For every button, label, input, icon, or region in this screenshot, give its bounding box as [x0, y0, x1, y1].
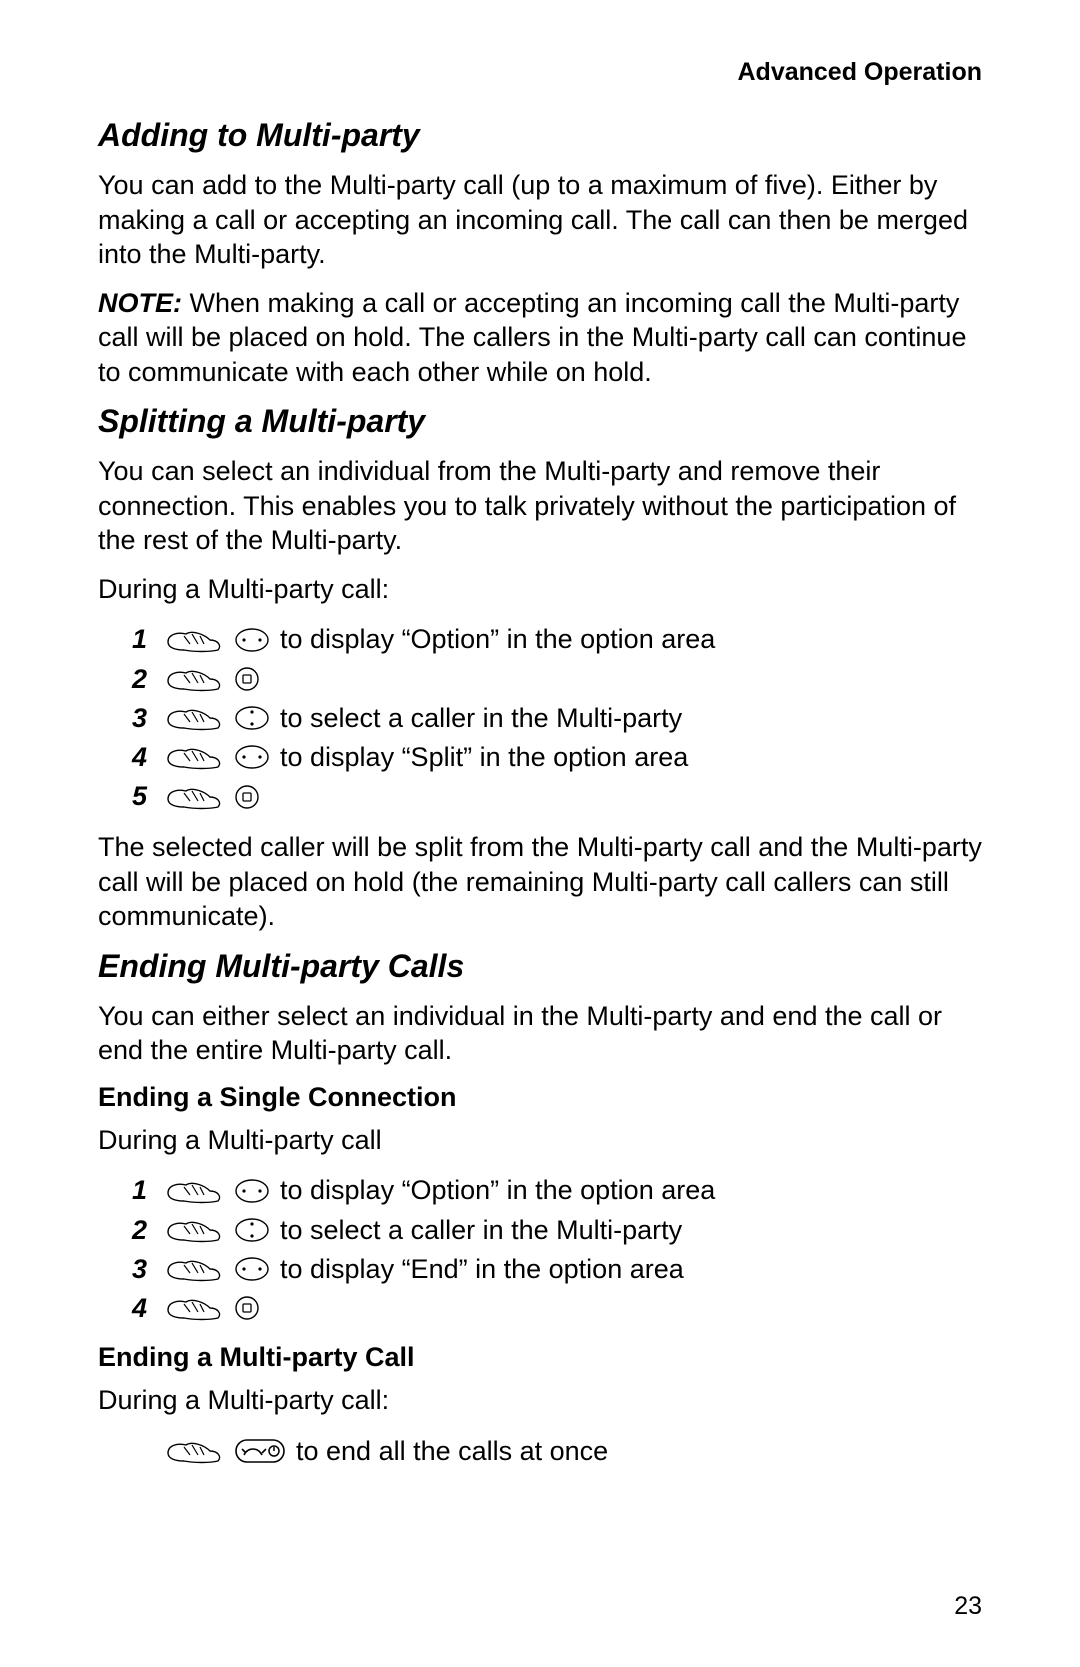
splitting-lead: During a Multi-party call:	[98, 572, 982, 607]
hand-icon	[164, 743, 224, 771]
step-text: to display “End” in the option area	[280, 1250, 982, 1289]
heading-adding: Adding to Multi-party	[98, 117, 982, 154]
step-text: to display “Option” in the option area	[280, 620, 982, 659]
splitting-steps: 1 to display “Option” in the option area…	[98, 620, 982, 816]
step-number: 5	[132, 777, 154, 816]
step-item: 2 to select a caller in the Multi-party	[132, 1211, 982, 1250]
select-icon	[234, 784, 260, 810]
nav-vertical-icon	[234, 1216, 270, 1244]
subheading-ending-single: Ending a Single Connection	[98, 1082, 982, 1113]
step-number: 2	[132, 660, 154, 699]
end-call-icon	[234, 1437, 286, 1465]
hand-icon	[164, 1437, 224, 1465]
ending-single-steps: 1 to display “Option” in the option area…	[98, 1171, 982, 1328]
hand-icon	[164, 704, 224, 732]
step-number: 4	[132, 1289, 154, 1328]
nav-horizontal-icon	[234, 743, 270, 771]
step-number: 3	[132, 1250, 154, 1289]
nav-horizontal-icon	[234, 626, 270, 654]
step-item: 2	[132, 660, 982, 699]
select-icon	[234, 666, 260, 692]
hand-icon	[164, 1216, 224, 1244]
step-text: to select a caller in the Multi-party	[280, 1211, 982, 1250]
hand-icon	[164, 665, 224, 693]
ending-single-lead: During a Multi-party call	[98, 1123, 982, 1158]
nav-horizontal-icon	[234, 1177, 270, 1205]
hand-icon	[164, 783, 224, 811]
step-item: 3 to select a caller in the Multi-party	[132, 699, 982, 738]
step-item: 1 to display “Option” in the option area	[132, 620, 982, 659]
hand-icon	[164, 1255, 224, 1283]
step-item: 4 to display “Split” in the option area	[132, 738, 982, 777]
step-number: 4	[132, 738, 154, 777]
ending-all-steps: to end all the calls at once	[98, 1432, 982, 1471]
note-label: NOTE:	[98, 288, 182, 318]
subheading-ending-all: Ending a Multi-party Call	[98, 1342, 982, 1373]
nav-vertical-icon	[234, 704, 270, 732]
nav-horizontal-icon	[234, 1255, 270, 1283]
step-number: 1	[132, 1171, 154, 1210]
step-number: 1	[132, 620, 154, 659]
step-number: 3	[132, 699, 154, 738]
step-item: 4	[132, 1289, 982, 1328]
header-section-label: Advanced Operation	[98, 58, 982, 87]
step-item: to end all the calls at once	[132, 1432, 982, 1471]
ending-all-lead: During a Multi-party call:	[98, 1383, 982, 1418]
ending-paragraph-1: You can either select an individual in t…	[98, 999, 982, 1068]
step-text: to select a caller in the Multi-party	[280, 699, 982, 738]
splitting-paragraph-1: You can select an individual from the Mu…	[98, 454, 982, 558]
hand-icon	[164, 626, 224, 654]
heading-splitting: Splitting a Multi-party	[98, 403, 982, 440]
select-icon	[234, 1295, 260, 1321]
step-item: 1 to display “Option” in the option area	[132, 1171, 982, 1210]
step-text: to end all the calls at once	[296, 1432, 982, 1471]
note-body: When making a call or accepting an incom…	[98, 288, 966, 387]
adding-paragraph-1: You can add to the Multi-party call (up …	[98, 168, 982, 272]
splitting-after: The selected caller will be split from t…	[98, 830, 982, 934]
adding-note: NOTE: When making a call or accepting an…	[98, 286, 982, 390]
step-item: 5	[132, 777, 982, 816]
heading-ending: Ending Multi-party Calls	[98, 948, 982, 985]
hand-icon	[164, 1177, 224, 1205]
step-item: 3 to display “End” in the option area	[132, 1250, 982, 1289]
step-text: to display “Option” in the option area	[280, 1171, 982, 1210]
page-number: 23	[954, 1592, 982, 1621]
step-text: to display “Split” in the option area	[280, 738, 982, 777]
step-number: 2	[132, 1211, 154, 1250]
hand-icon	[164, 1294, 224, 1322]
